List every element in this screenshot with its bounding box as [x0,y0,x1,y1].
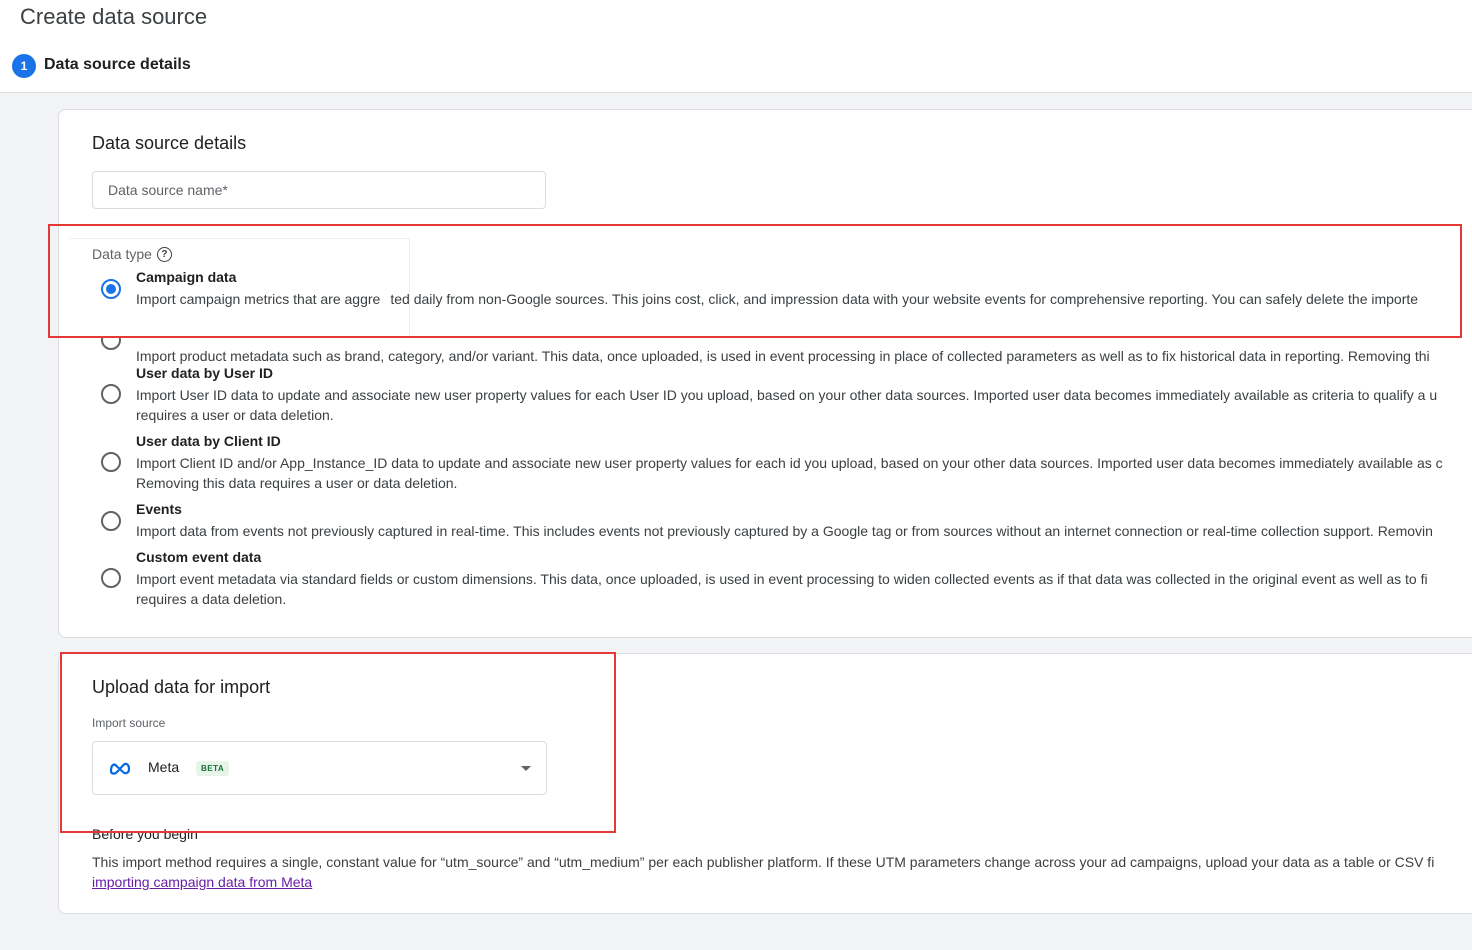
data-type-label: Data type ? [92,246,172,262]
radio-option-custom-event-data[interactable]: Custom event data Import event metadata … [59,549,1472,609]
radio-button[interactable] [101,511,121,531]
step-number-badge: 1 [12,54,36,78]
option-description: Import User ID data to update and associ… [136,387,1438,423]
radio-button[interactable] [101,384,121,404]
option-title: User data by Client ID [136,433,281,449]
step-label[interactable]: Data source details [44,56,191,74]
chevron-down-icon[interactable] [521,766,531,771]
upload-card-title: Upload data for import [92,677,271,697]
option-description: Import Client ID and/or App_Instance_ID … [136,455,1443,491]
radio-option-user-data-by-client-id[interactable]: User data by Client ID Import Client ID … [59,433,1472,493]
option-title: Custom event data [136,549,262,565]
radio-button[interactable] [101,452,121,472]
import-source-select[interactable]: Meta BETA [92,741,547,795]
selected-source-text: Meta [148,759,180,775]
option-description: Import campaign metrics that are aggre te… [136,291,1419,307]
radio-button-checked[interactable] [101,279,121,299]
before-you-begin-description: This import method requires a single, co… [92,854,1435,870]
import-source-label: Import source [92,716,166,730]
page-title: Create data source [20,4,208,29]
radio-option-events[interactable]: Events Import data from events not previ… [59,501,1472,541]
importing-campaign-data-link[interactable]: importing campaign data from Meta [92,872,312,892]
option-description: Import product metadata such as brand, c… [136,348,1430,364]
radio-option-campaign-data[interactable]: Campaign data Import campaign metrics th… [59,269,1472,313]
data-source-details-card: Data source details Import product metad… [58,109,1472,638]
top-header: Create data source 1 Data source details [0,0,1472,93]
option-title: User data by User ID [136,365,273,381]
radio-button[interactable] [101,568,121,588]
details-card-title: Data source details [92,133,247,153]
option-title: Events [136,501,182,517]
option-title: Campaign data [136,269,237,285]
upload-data-card: Upload data for import Import source Met… [58,653,1472,914]
option-description: Import data from events not previously c… [136,523,1433,539]
radio-option-user-data-by-user-id[interactable]: User data by User ID Import User ID data… [59,365,1472,425]
meta-logo-icon [109,762,131,775]
help-icon[interactable]: ? [156,246,172,262]
before-you-begin-title: Before you begin [92,826,198,842]
beta-badge: BETA [196,761,230,776]
option-description: Import event metadata via standard field… [136,571,1428,607]
data-source-name-input[interactable] [92,171,546,209]
